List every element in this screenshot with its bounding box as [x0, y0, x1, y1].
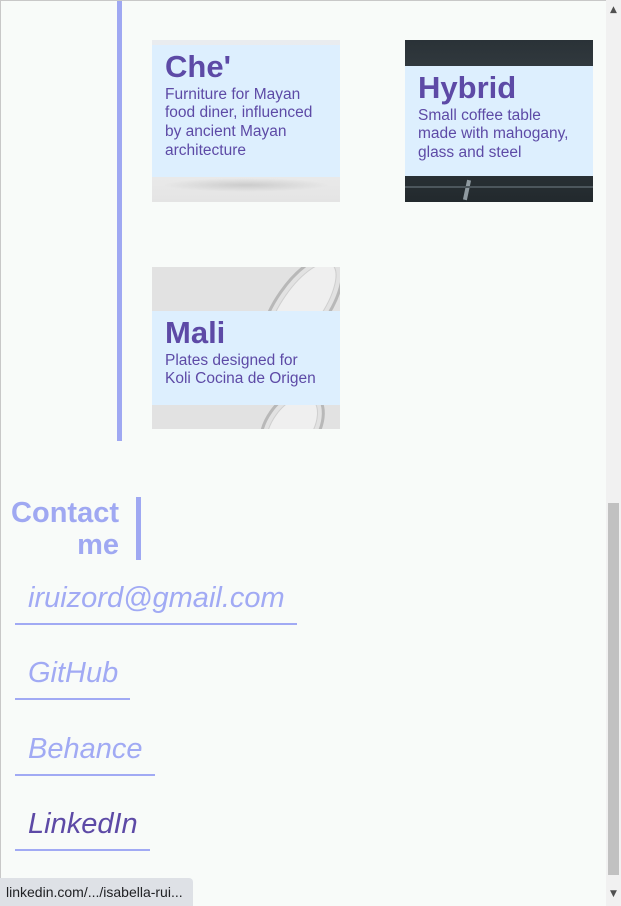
project-title: Che' — [165, 49, 231, 84]
page-viewport: Che' Furniture for Mayan food diner, inf… — [0, 0, 606, 906]
project-title: Mali — [165, 315, 226, 350]
link-status-bar: linkedin.com/.../isabella-rui... — [0, 878, 193, 906]
project-description: Plates designed for Koli Cocina de Orige… — [165, 351, 316, 388]
linkedin-link[interactable]: LinkedIn — [15, 807, 150, 851]
scroll-down-icon[interactable]: ▼ — [606, 886, 621, 903]
project-caption-che: Che' Furniture for Mayan food diner, inf… — [152, 45, 340, 177]
project-caption-hybrid: Hybrid Small coffee table made with maho… — [405, 66, 593, 176]
email-link[interactable]: iruizord@gmail.com — [15, 581, 297, 625]
project-description: Small coffee table made with mahogany, g… — [418, 106, 569, 162]
project-description: Furniture for Mayan food diner, influenc… — [165, 85, 313, 160]
project-card-che[interactable]: Che' Furniture for Mayan food diner, inf… — [152, 40, 340, 202]
vertical-scrollbar[interactable]: ▲ ▼ — [606, 0, 621, 906]
project-caption-mali: Mali Plates designed for Koli Cocina de … — [152, 311, 340, 405]
contact-heading: Contact me — [11, 497, 119, 561]
contact-heading-bar — [136, 497, 141, 560]
projects-divider-line — [117, 1, 122, 441]
scrollbar-thumb[interactable] — [608, 503, 619, 875]
project-card-hybrid[interactable]: Hybrid Small coffee table made with maho… — [405, 40, 593, 202]
project-title: Hybrid — [418, 70, 517, 105]
github-link[interactable]: GitHub — [15, 656, 131, 700]
behance-link[interactable]: Behance — [15, 732, 155, 776]
project-card-mali[interactable]: Mali Plates designed for Koli Cocina de … — [152, 267, 340, 429]
scroll-up-icon[interactable]: ▲ — [606, 2, 621, 19]
